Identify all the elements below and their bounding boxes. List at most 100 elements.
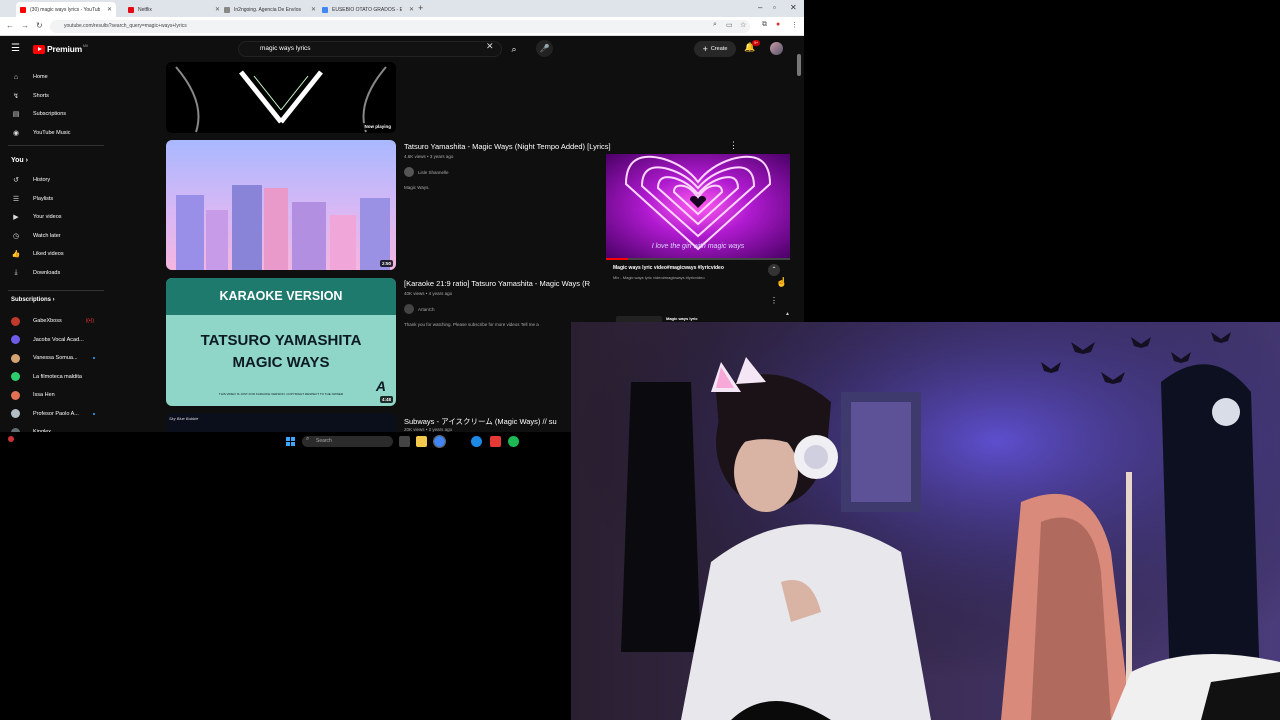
watch-later-icon: ◷	[12, 232, 20, 240]
result-thumbnail[interactable]: 2:50	[166, 140, 396, 270]
browser-tab[interactable]: EUSEBIO OTATO GRADOS - E... ✕	[318, 2, 418, 17]
channel-link[interactable]: ArtanCh	[404, 304, 435, 314]
queue-scroll-up-icon[interactable]: ▲	[785, 311, 790, 317]
tab-favicon-icon	[128, 6, 134, 13]
account-avatar[interactable]	[770, 42, 783, 55]
channel-avatar	[404, 304, 414, 314]
tab-favicon-icon	[322, 6, 328, 13]
browser-tab[interactable]: (30) magic ways lyrics - YouTube ✕	[16, 2, 116, 17]
search-query: magic ways lyrics	[260, 45, 311, 52]
bookmark-icon[interactable]: ☆	[740, 21, 746, 29]
search-page-icon[interactable]: ⌕	[713, 21, 717, 29]
sidebar-item-watch-later[interactable]: ◷ Watch later	[0, 228, 110, 244]
search-icon[interactable]: ⌕	[506, 41, 522, 57]
youtube-play-icon	[33, 44, 45, 54]
app-icon[interactable]	[490, 436, 501, 447]
file-explorer-icon[interactable]	[416, 436, 427, 447]
task-view-icon[interactable]	[399, 436, 410, 447]
sidebar-item-downloads[interactable]: ⤓ Downloads	[0, 265, 110, 281]
result-thumbnail[interactable]: KARAOKE VERSION TATSURO YAMASHITA MAGIC …	[166, 278, 396, 406]
hamburger-menu-icon[interactable]: ☰	[11, 43, 20, 54]
sidebar-item-home[interactable]: ⌂ Home	[0, 69, 110, 85]
search-input[interactable]: magic ways lyrics	[238, 41, 502, 57]
more-options-icon[interactable]: ⋮	[729, 140, 738, 151]
close-window-icon[interactable]: ✕	[790, 3, 797, 12]
result-thumbnail[interactable]: Sky Blue Bubble	[166, 413, 396, 432]
sidebar-divider	[8, 145, 104, 146]
browser-tab[interactable]: Netflix ✕	[124, 2, 224, 17]
result-thumbnail-current[interactable]: Now playing	[166, 62, 396, 133]
reload-icon[interactable]: ↻	[36, 21, 43, 30]
sidebar-item-label: History	[33, 177, 51, 183]
video-title[interactable]: Subways - アイスクリーム (Magic Ways) // su	[404, 416, 572, 427]
sidebar-item-shorts[interactable]: ↯ Shorts	[0, 88, 110, 104]
miniplayer-video[interactable]: I love the girl with magic ways	[606, 154, 790, 258]
close-tab-icon[interactable]: ✕	[409, 6, 414, 13]
sidebar-subscriptions-header[interactable]: Subscriptions ›	[11, 297, 55, 303]
maximize-icon[interactable]: ▫	[773, 3, 776, 12]
close-tab-icon[interactable]: ✕	[311, 6, 316, 13]
sidebar-item-your-videos[interactable]: ▶ Your videos	[0, 209, 110, 225]
minimize-icon[interactable]: –	[758, 3, 762, 12]
thumbnail-artist: TATSURO YAMASHITA	[200, 332, 362, 349]
channel-link[interactable]: Lisle Shannelle	[404, 167, 449, 177]
new-tab-button[interactable]: +	[418, 3, 423, 13]
queue-next-title[interactable]: Magic ways lyric	[666, 316, 698, 321]
page-scrollbar[interactable]	[797, 54, 801, 76]
sidebar-you-header[interactable]: You ›	[11, 157, 28, 164]
windows-start-icon[interactable]	[286, 437, 295, 446]
sidebar-item-youtube-music[interactable]: ◉ YouTube Music	[0, 125, 110, 141]
sidebar-subscription-item[interactable]: Jacobs Vocal Acad...	[0, 332, 110, 348]
profile-icon[interactable]: ●	[776, 21, 780, 28]
sidebar-item-playlists[interactable]: ☰ Playlists	[0, 191, 110, 207]
video-meta: 4.6K views • 3 years ago	[404, 154, 454, 159]
back-icon[interactable]: ←	[6, 21, 14, 30]
browser-tab[interactable]: In2ngoing. Agencia De Envíos ✕	[220, 2, 320, 17]
clear-search-icon[interactable]: ✕	[486, 41, 494, 52]
edge-icon[interactable]	[471, 436, 482, 447]
sidebar-item-subscriptions[interactable]: ▤ Subscriptions	[0, 106, 110, 122]
widget-icon[interactable]	[8, 436, 14, 442]
spotify-icon[interactable]	[508, 436, 519, 447]
sidebar-item-liked-videos[interactable]: 👍 Liked videos	[0, 246, 110, 262]
chrome-icon[interactable]	[433, 435, 446, 448]
more-options-icon[interactable]: ⋮	[770, 296, 778, 305]
sidebar-subscription-item[interactable]: GabeXboss ((•))	[0, 313, 110, 329]
sidebar-item-label: YouTube Music	[33, 129, 71, 136]
chevron-right-icon: ›	[51, 297, 55, 303]
downloads-icon: ⤓	[14, 268, 18, 276]
channel-avatar	[11, 353, 20, 363]
tab-label: (30) magic ways lyrics - YouTube	[30, 6, 100, 13]
url-field[interactable]: youtube.com/results?search_query=magic+w…	[50, 20, 750, 33]
create-button[interactable]: + Create	[694, 41, 736, 57]
address-bar: ← → ↻ youtube.com/results?search_query=m…	[0, 17, 804, 36]
close-tab-icon[interactable]: ✕	[107, 6, 112, 13]
sidebar: ⌂ Home ↯ Shorts ▤ Subscriptions ◉ YouTube Music…	[0, 62, 110, 432]
sidebar-subscription-item[interactable]: Issa Hen	[0, 387, 110, 403]
video-title[interactable]: [Karaoke 21:9 ratio] Tatsuro Yamashita -…	[404, 279, 604, 288]
miniplayer-subtitle: Mix - Magic ways lyric video#magicways #…	[613, 275, 705, 280]
video-meta: 40K views • 4 years ago	[404, 291, 453, 296]
forward-icon[interactable]: →	[21, 21, 29, 30]
music-icon: ◉	[12, 129, 20, 137]
youtube-logo[interactable]: Premium MX	[33, 44, 88, 54]
taskbar-search-icon: ⌕	[306, 436, 310, 442]
miniplayer[interactable]: I love the girl with magic ways Magic wa…	[606, 154, 790, 322]
chevron-up-icon[interactable]: ⌃	[768, 264, 780, 276]
playlists-icon: ☰	[12, 195, 20, 203]
sidebar-subscription-item[interactable]: Vanessa Somua...	[0, 350, 110, 366]
subscriptions-icon: ▤	[12, 111, 20, 118]
extensions-icon[interactable]: ⧉	[762, 21, 767, 29]
sidebar-subscription-item[interactable]: Profesor Paolo A...	[0, 406, 110, 422]
browser-menu-icon[interactable]: ⋮	[791, 21, 798, 29]
new-content-dot	[93, 357, 95, 359]
sidebar-subscription-item[interactable]: La filmoteca maldita	[0, 369, 110, 385]
miniplayer-progress[interactable]	[606, 258, 790, 260]
video-title[interactable]: Tatsuro Yamashita - Magic Ways (Night Te…	[404, 142, 611, 151]
cast-icon[interactable]: ▭	[726, 21, 733, 29]
channel-name: ArtanCh	[418, 306, 435, 312]
microphone-icon[interactable]: 🎤	[536, 40, 553, 57]
sidebar-item-history[interactable]: ↺ History	[0, 172, 110, 188]
taskbar-search-input[interactable]: Search	[302, 436, 393, 447]
sidebar-subscription-item[interactable]: Kinglex	[0, 424, 110, 432]
